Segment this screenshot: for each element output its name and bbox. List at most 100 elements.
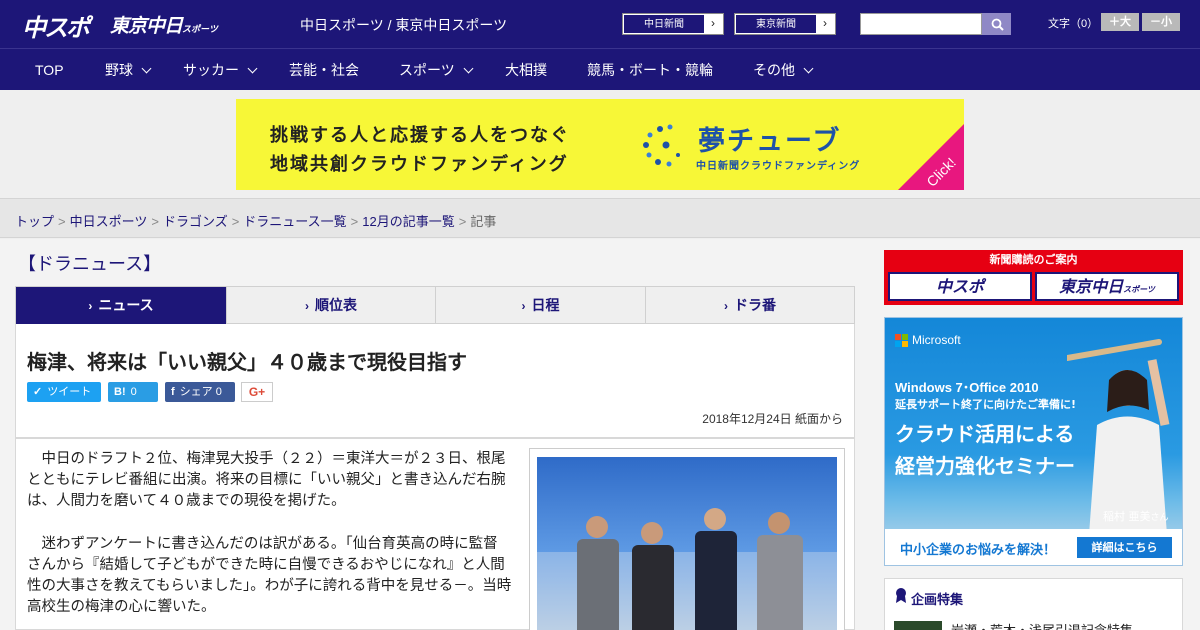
top-header: 中スポ 東京中日スポーツ 中日スポーツ / 東京中日スポーツ 中日新聞 › 東京…: [0, 0, 1200, 48]
tab-label: 順位表: [315, 297, 357, 313]
microsoft-ad[interactable]: Microsoft Windows 7･Office 2010 延長サポート終了…: [884, 317, 1183, 566]
ad-celebrity-name: 稲村 亜美さん: [1103, 508, 1169, 524]
banner-brand: 夢チューブ: [698, 126, 842, 157]
ribbon-icon: [896, 588, 906, 603]
article-body: 中日のドラフト２位、梅津晃大投手（２２）＝東洋大＝が２３日、根尾とともにテレビ番…: [15, 438, 855, 630]
tab-standings[interactable]: › 順位表: [227, 287, 436, 324]
chevron-right-icon: ›: [711, 16, 715, 30]
breadcrumb-separator: >: [458, 214, 467, 229]
twitter-icon: ✓: [33, 386, 43, 398]
tab-label: 日程: [531, 297, 560, 313]
ad-line-2: 延長サポート終了に向けたご準備に!: [895, 398, 1077, 411]
nav-item-entertainment[interactable]: 芸能・社会: [289, 49, 359, 91]
feature-thumbnail[interactable]: [894, 621, 942, 630]
nav-label: 野球: [105, 62, 133, 78]
ad-cta-text: 中小企業のお悩みを解決！: [900, 543, 1057, 558]
dots-logo-icon: [643, 124, 680, 167]
nav-label: その他: [753, 62, 795, 78]
breadcrumb-separator: >: [58, 214, 66, 229]
crowdfunding-banner[interactable]: 挑戦する人と応援する人をつなぐ 地域共創クラウドファンディング 夢チューブ 中日…: [236, 99, 964, 190]
google-plus-button[interactable]: G+: [241, 382, 273, 402]
tokyo-subscribe-label: 東京中日: [1059, 277, 1124, 296]
tokyo-logo-small: スポーツ: [182, 25, 218, 35]
breadcrumb-link[interactable]: ドラニュース一覧: [243, 214, 346, 229]
site-title: 中日スポーツ / 東京中日スポーツ: [300, 17, 508, 33]
chevron-right-icon: ›: [305, 299, 309, 313]
hatena-button[interactable]: B! 0: [108, 382, 158, 402]
tab-dora-ban[interactable]: › ドラ番: [646, 287, 854, 324]
nav-item-soccer[interactable]: サッカー: [183, 49, 258, 91]
chevron-down-icon: [141, 63, 152, 74]
breadcrumb-link[interactable]: ドラゴンズ: [163, 214, 228, 229]
hatena-icon: B!: [114, 386, 126, 398]
tab-news[interactable]: › ニュース: [16, 287, 227, 324]
nav-item-racing[interactable]: 競馬・ボート・競輪: [587, 49, 713, 91]
facebook-label: シェア: [179, 386, 213, 398]
font-smaller-button[interactable]: －小: [1142, 13, 1180, 31]
chuspo-subscribe-button[interactable]: 中スポ: [888, 272, 1032, 301]
chunichi-shimbun-link[interactable]: 中日新聞 ›: [622, 13, 724, 35]
section-title: 【ドラニュース】: [18, 254, 162, 275]
font-larger-button[interactable]: ＋大: [1101, 13, 1139, 31]
facebook-count: 0: [215, 386, 222, 398]
facebook-icon: f: [171, 386, 175, 398]
chevron-down-icon: [463, 63, 474, 74]
tweet-button[interactable]: ✓ ツイート: [27, 382, 101, 402]
feature-link[interactable]: 岩瀬・荒木・浅尾引退記念特集: [951, 620, 1133, 630]
breadcrumb-current: 記事: [470, 214, 497, 229]
ext-link-label: 東京新聞: [735, 14, 817, 34]
search-input[interactable]: [860, 13, 982, 35]
ad-footer: 中小企業のお悩みを解決！ 詳細はこちら: [885, 529, 1182, 565]
hatena-count: 0: [130, 386, 137, 398]
banner-line-2: 地域共創クラウドファンディング: [270, 154, 569, 175]
tab-label: ドラ番: [734, 297, 776, 313]
chevron-right-icon: ›: [724, 299, 728, 313]
facebook-share-button[interactable]: f シェア 0: [165, 382, 235, 402]
breadcrumb-link[interactable]: 12月の記事一覧: [362, 214, 454, 229]
chevron-right-icon: ›: [88, 299, 93, 313]
article-photo-frame[interactable]: [529, 448, 845, 630]
breadcrumb: トップ > 中日スポーツ > ドラゴンズ > ドラニュース一覧 >12月の記事一覧 > 記事: [15, 211, 496, 230]
chuspo-logo[interactable]: 中スポ: [22, 8, 90, 43]
breadcrumb-separator: >: [350, 214, 359, 229]
tab-label: ニュース: [98, 297, 154, 313]
ad-line-3: クラウド活用による: [895, 422, 1075, 446]
breadcrumb-link[interactable]: 中日スポーツ: [70, 214, 148, 229]
tokyo-chunichi-logo[interactable]: 東京中日スポーツ: [110, 11, 218, 38]
tokyo-subscribe-small: スポーツ: [1123, 285, 1155, 294]
nav-label: サッカー: [183, 62, 239, 78]
ad-details-button[interactable]: 詳細はこちら: [1077, 537, 1172, 558]
ad-person-image: [1067, 339, 1170, 535]
search-icon: [991, 18, 1004, 31]
nav-label: 大相撲: [505, 62, 547, 78]
article-dateline: 2018年12月24日 紙面から: [702, 412, 843, 426]
tab-schedule[interactable]: › 日程: [436, 287, 646, 324]
nav-item-baseball[interactable]: 野球: [105, 49, 152, 91]
ad-line-1: Windows 7･Office 2010: [895, 380, 1039, 395]
subscription-heading: 新聞購読のご案内: [989, 254, 1078, 266]
tokyo-subscribe-button[interactable]: 東京中日スポーツ: [1035, 272, 1179, 301]
special-features-box: 企画特集 岩瀬・荒木・浅尾引退記念特集: [884, 578, 1183, 630]
breadcrumb-link[interactable]: トップ: [15, 214, 54, 229]
microsoft-logo-icon: [895, 334, 908, 347]
ad-name-suffix: さん: [1150, 513, 1169, 523]
breadcrumb-bar: トップ > 中日スポーツ > ドラゴンズ > ドラニュース一覧 >12月の記事一覧 > 記事: [0, 198, 1200, 238]
tokyo-logo-text: 東京中日: [110, 15, 183, 37]
article-headline: 梅津、将来は「いい親父」４０歳まで現役目指す: [27, 350, 467, 374]
ext-link-label: 中日新聞: [623, 14, 705, 34]
tokyo-shimbun-link[interactable]: 東京新聞 ›: [734, 13, 836, 35]
ad-line-4: 経営力強化セミナー: [895, 454, 1075, 478]
nav-item-sports[interactable]: スポーツ: [399, 49, 474, 91]
nav-label: 芸能・社会: [289, 62, 359, 78]
chevron-right-icon: ›: [823, 16, 827, 30]
main-nav: TOP 野球 サッカー 芸能・社会 スポーツ 大相撲 競馬・ボート・競輪 その他: [0, 48, 1200, 90]
nav-item-other[interactable]: その他: [753, 49, 814, 91]
nav-item-sumo[interactable]: 大相撲: [505, 49, 547, 91]
search-button[interactable]: [982, 13, 1011, 35]
nav-item-top[interactable]: TOP: [35, 49, 64, 91]
breadcrumb-separator: >: [151, 214, 159, 229]
article-paragraph: 中日のドラフト２位、梅津晃大投手（２２）＝東洋大＝が２３日、根尾とともにテレビ番…: [27, 451, 506, 509]
nav-label: TOP: [35, 62, 64, 78]
chevron-right-icon: ›: [521, 299, 526, 313]
chevron-down-icon: [247, 63, 258, 74]
